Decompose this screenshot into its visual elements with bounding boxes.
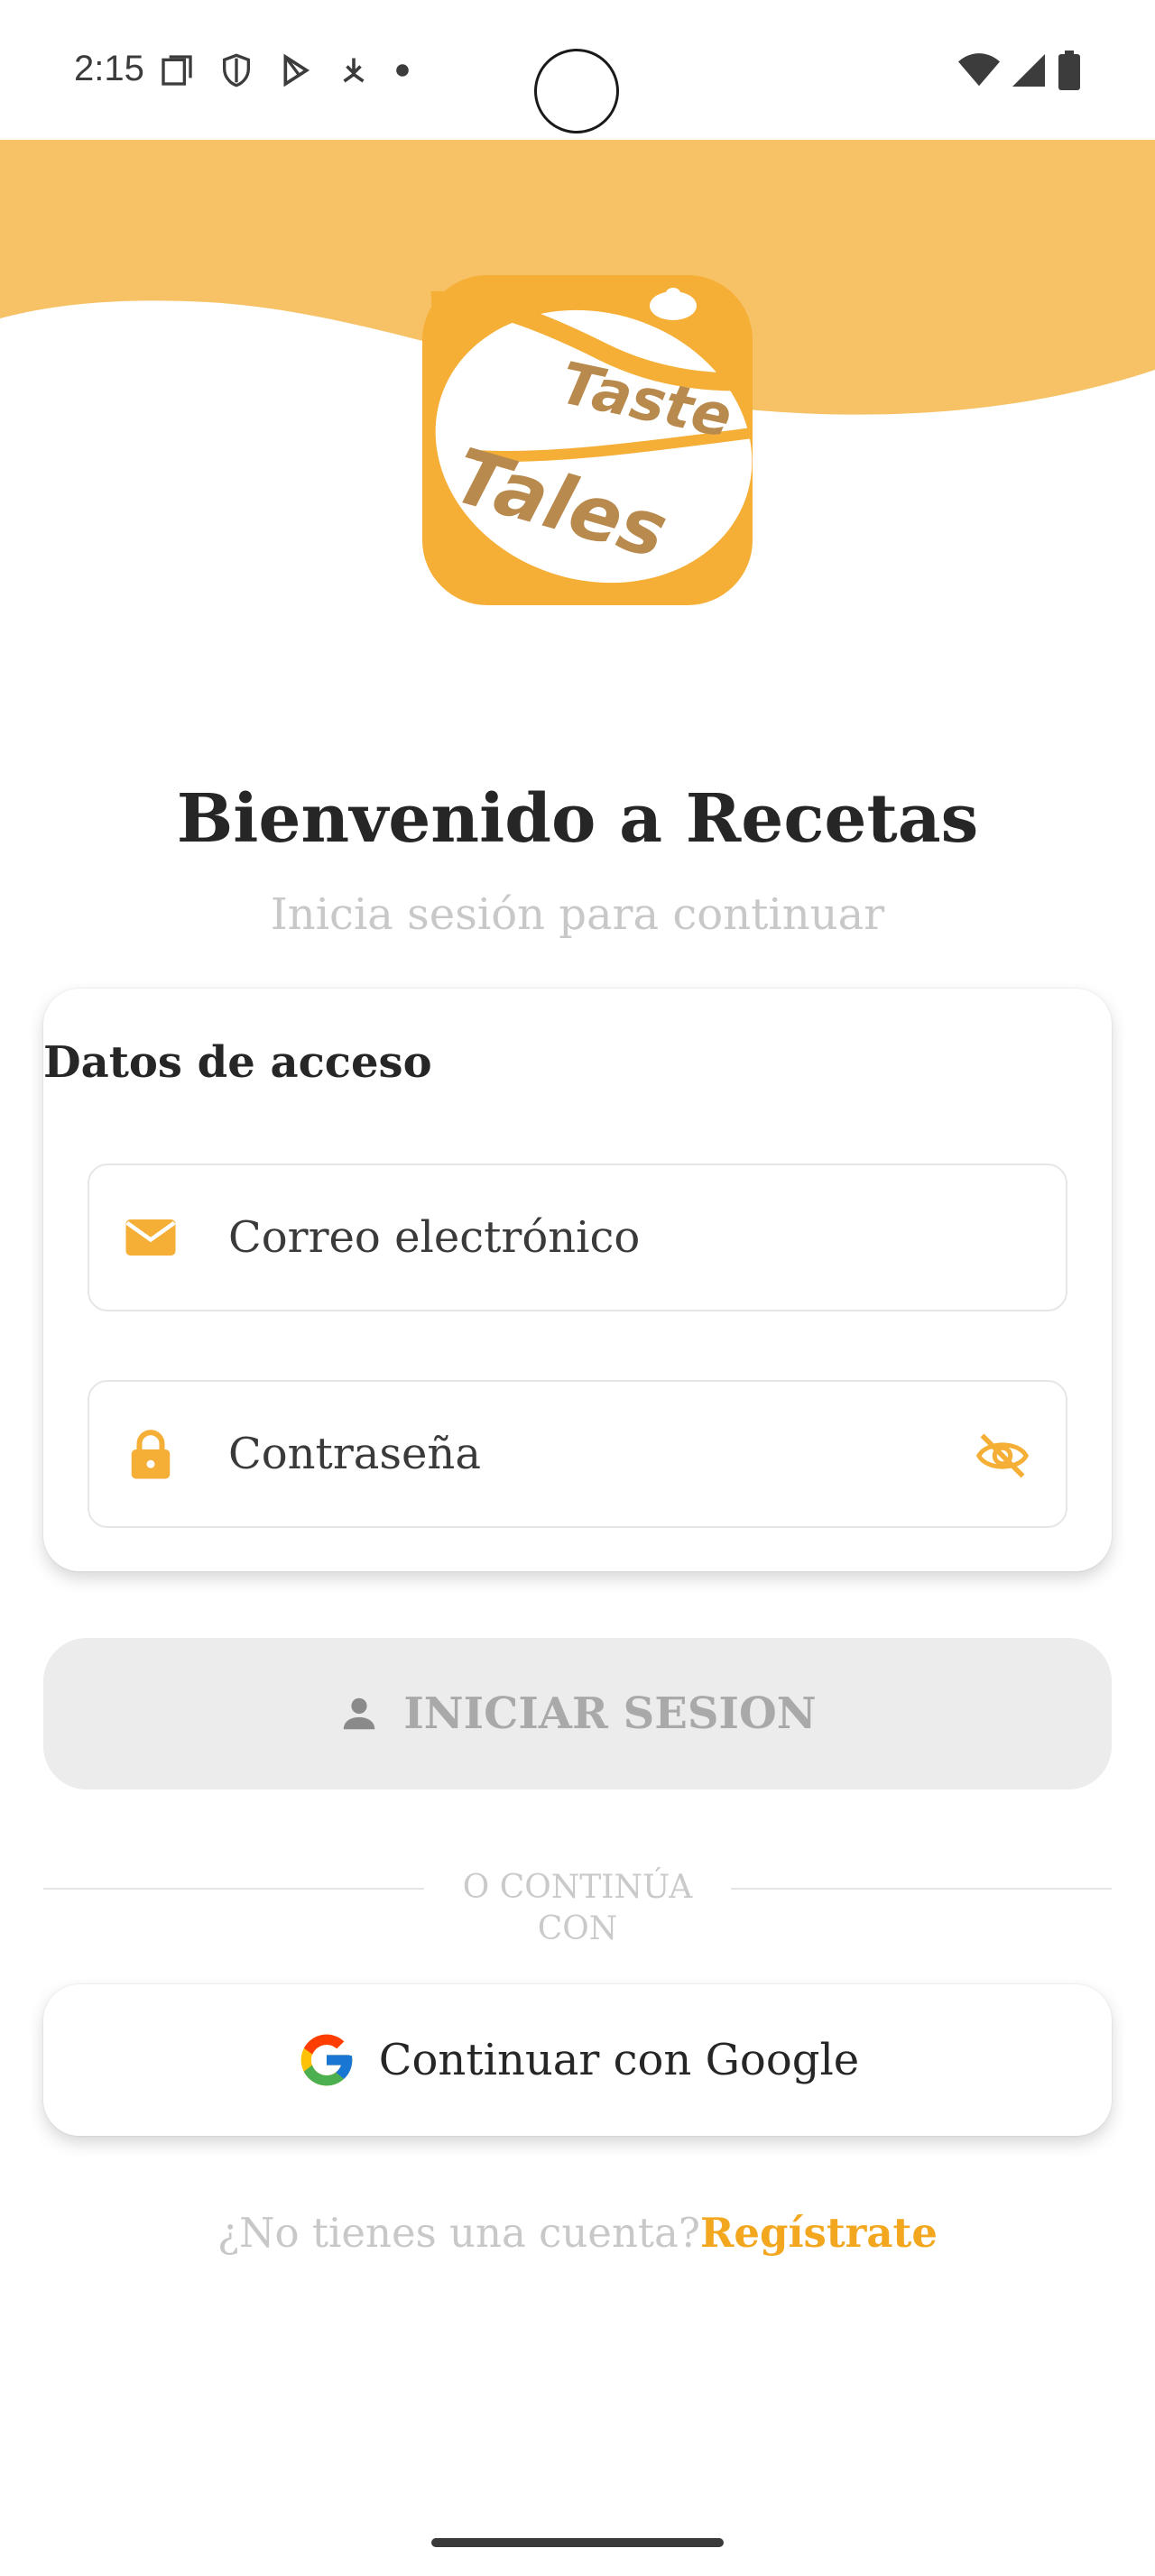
status-notification-icons: [159, 49, 411, 92]
password-placeholder: Contraseña: [228, 1429, 481, 1479]
signal-icon: [1012, 54, 1045, 87]
divider-label: O CONTINÚA CON: [462, 1869, 693, 1947]
home-indicator[interactable]: [431, 2538, 724, 2547]
welcome-title: Bienvenido a Recetas: [176, 780, 979, 858]
email-placeholder: Correo electrónico: [228, 1212, 641, 1263]
password-field[interactable]: Contraseña: [88, 1380, 1067, 1528]
dot-icon: [396, 64, 409, 77]
shield-icon: [223, 53, 250, 87]
email-field[interactable]: Correo electrónico: [88, 1164, 1067, 1311]
welcome-subtitle: Inicia sesión para continuar: [270, 889, 885, 940]
camera-cutout: [534, 49, 619, 133]
taste-tales-logo: Taste Tales: [422, 275, 753, 605]
register-prompt: ¿No tienes una cuenta?: [217, 2209, 700, 2257]
register-row: ¿No tienes una cuenta?Regístrate: [0, 2206, 1155, 2260]
divider-line-right: [731, 1888, 1112, 1890]
sim-card-icon: [162, 55, 192, 86]
wifi-icon: [958, 53, 1000, 87]
login-button[interactable]: INICIAR SESION: [43, 1638, 1112, 1789]
eye-off-icon[interactable]: [975, 1429, 1030, 1483]
register-link[interactable]: Regístrate: [700, 2209, 938, 2257]
person-icon: [344, 1697, 375, 1730]
download-icon: [343, 58, 365, 83]
divider-line-left: [43, 1888, 424, 1890]
play-store-icon: [283, 53, 310, 87]
google-signin-button[interactable]: Continuar con Google: [43, 1984, 1112, 2136]
status-system-icons: [958, 49, 1081, 92]
status-time: 2:15: [74, 49, 144, 88]
battery-icon: [1058, 51, 1080, 90]
login-button-label: INICIAR SESION: [403, 1688, 817, 1739]
mail-icon: [125, 1219, 176, 1256]
lock-icon: [131, 1430, 171, 1479]
google-button-label: Continuar con Google: [378, 2035, 860, 2085]
card-title: Datos de acceso: [43, 1037, 432, 1088]
google-icon: [300, 2034, 353, 2086]
